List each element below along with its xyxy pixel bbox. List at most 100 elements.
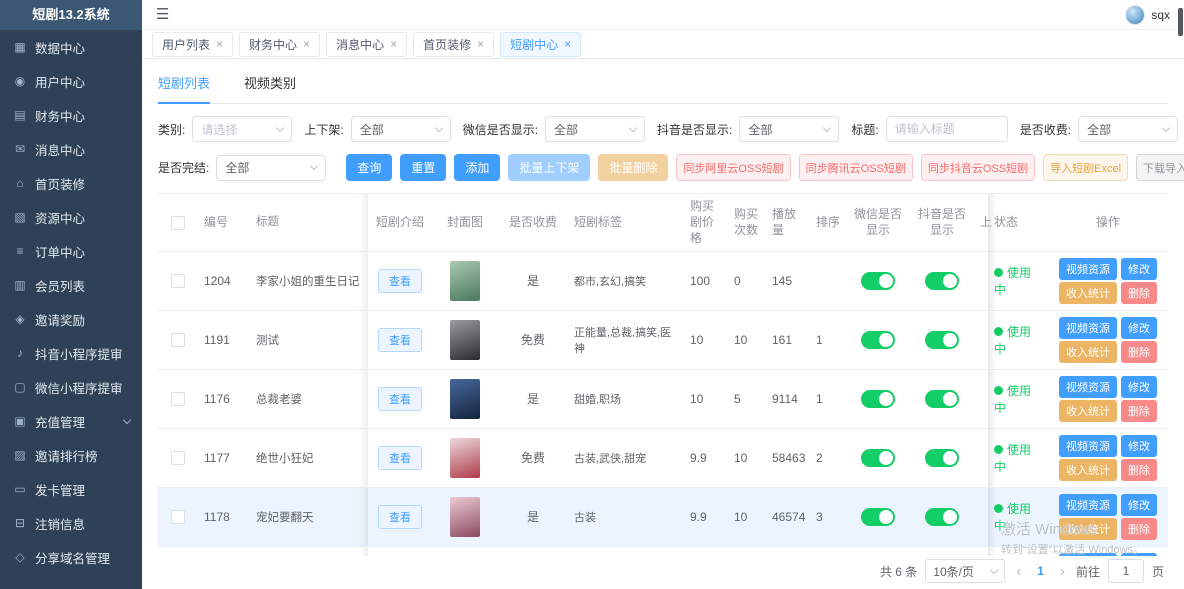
scrollbar-thumb[interactable] — [1178, 8, 1183, 36]
cell-status: 使用中 — [988, 546, 1048, 556]
income-stats-button[interactable]: 收入统计 — [1059, 459, 1117, 481]
wechat-visible-toggle[interactable] — [861, 272, 895, 290]
view-intro-button[interactable]: 查看 — [378, 446, 422, 470]
close-icon[interactable]: × — [564, 38, 571, 50]
delete-button[interactable]: 删除 — [1121, 518, 1157, 540]
open-tab[interactable]: 首页装修× — [413, 32, 494, 57]
sidebar-item-invite-ranking[interactable]: ▨邀请排行榜 — [0, 438, 142, 472]
douyin-visible-toggle[interactable] — [925, 449, 959, 467]
page-size-select[interactable]: 10条/页 — [925, 559, 1005, 583]
sidebar-item-share-domain[interactable]: ◇分享域名管理 — [0, 540, 142, 574]
close-icon[interactable]: × — [390, 38, 397, 50]
user-menu[interactable]: sqx — [1125, 5, 1170, 25]
card-icon: ▭ — [12, 482, 28, 496]
video-resource-button[interactable]: 视频资源 — [1059, 494, 1117, 516]
income-stats-button[interactable]: 收入统计 — [1059, 282, 1117, 304]
title-input[interactable] — [886, 116, 1008, 142]
wechat-visible-toggle[interactable] — [861, 508, 895, 526]
open-tab[interactable]: 短剧中心× — [500, 32, 581, 57]
douyin-visible-toggle[interactable] — [925, 331, 959, 349]
close-icon[interactable]: × — [477, 38, 484, 50]
sidebar-item-finance-center[interactable]: ▤财务中心 — [0, 98, 142, 132]
view-intro-button[interactable]: 查看 — [378, 387, 422, 411]
sidebar-item-home-decoration[interactable]: ⌂首页装修 — [0, 166, 142, 200]
edit-button[interactable]: 修改 — [1121, 376, 1157, 398]
open-tab[interactable]: 用户列表× — [152, 32, 233, 57]
download-template-button[interactable]: 下载导入短剧模板 — [1136, 154, 1184, 181]
fee-select[interactable]: 全部 — [1078, 116, 1178, 142]
import-excel-button[interactable]: 导入短剧Excel — [1043, 154, 1128, 181]
prev-page-button[interactable]: ‹ — [1013, 564, 1024, 579]
sidebar-item-member-list[interactable]: ▥会员列表 — [0, 268, 142, 302]
douyin-visible-toggle[interactable] — [925, 272, 959, 290]
close-icon[interactable]: × — [216, 38, 223, 50]
category-select[interactable]: 请选择 — [192, 116, 292, 142]
income-stats-button[interactable]: 收入统计 — [1059, 518, 1117, 540]
cell-tags: 都市,玄幻,搞笑 — [568, 251, 684, 310]
douyin-visible-toggle[interactable] — [925, 508, 959, 526]
view-intro-button[interactable]: 查看 — [378, 328, 422, 352]
edit-button[interactable]: 修改 — [1121, 494, 1157, 516]
content-tab[interactable]: 短剧列表 — [158, 69, 210, 104]
close-icon[interactable]: × — [303, 38, 310, 50]
douyin-visible-toggle[interactable] — [925, 390, 959, 408]
batch-shelf-button[interactable]: 批量上下架 — [508, 154, 590, 181]
wechat-visible-toggle[interactable] — [861, 331, 895, 349]
delete-button[interactable]: 删除 — [1121, 282, 1157, 304]
sync-douyin-button[interactable]: 同步抖音云OSS短剧 — [921, 154, 1035, 181]
row-checkbox[interactable] — [171, 274, 185, 288]
next-page-button[interactable]: › — [1057, 564, 1068, 579]
sidebar-item-data-center[interactable]: ▦数据中心 — [0, 30, 142, 64]
open-tab[interactable]: 消息中心× — [326, 32, 407, 57]
income-stats-button[interactable]: 收入统计 — [1059, 341, 1117, 363]
sidebar-item-invite-reward[interactable]: ◈邀请奖励 — [0, 302, 142, 336]
video-resource-button[interactable]: 视频资源 — [1059, 317, 1117, 339]
add-button[interactable]: 添加 — [454, 154, 500, 181]
douyin-show-select[interactable]: 全部 — [739, 116, 839, 142]
row-checkbox[interactable] — [171, 392, 185, 406]
sidebar-item-card-management[interactable]: ▭发卡管理 — [0, 472, 142, 506]
edit-button[interactable]: 修改 — [1121, 258, 1157, 280]
video-resource-button[interactable]: 视频资源 — [1059, 376, 1117, 398]
delete-button[interactable]: 删除 — [1121, 400, 1157, 422]
select-all-checkbox[interactable] — [171, 216, 185, 230]
view-intro-button[interactable]: 查看 — [378, 269, 422, 293]
sidebar-item-douyin-review[interactable]: ♪抖音小程序提审 — [0, 336, 142, 370]
sync-aliyun-button[interactable]: 同步阿里云OSS短剧 — [676, 154, 790, 181]
edit-button[interactable]: 修改 — [1121, 435, 1157, 457]
sidebar-item-user-center[interactable]: ◉用户中心 — [0, 64, 142, 98]
current-page[interactable]: 1 — [1032, 564, 1049, 578]
sidebar-item-wechat-review[interactable]: ▢微信小程序提审 — [0, 370, 142, 404]
sidebar-item-order-center[interactable]: ≡订单中心 — [0, 234, 142, 268]
video-resource-button[interactable]: 视频资源 — [1059, 435, 1117, 457]
sidebar-item-recharge-management[interactable]: ▣充值管理 — [0, 404, 142, 438]
sidebar-item-logout-info[interactable]: ⊟注销信息 — [0, 506, 142, 540]
sidebar-item-message-center[interactable]: ✉消息中心 — [0, 132, 142, 166]
income-stats-button[interactable]: 收入统计 — [1059, 400, 1117, 422]
cell-sort — [810, 251, 846, 310]
shelf-select[interactable]: 全部 — [351, 116, 451, 142]
delete-button[interactable]: 删除 — [1121, 341, 1157, 363]
wechat-visible-toggle[interactable] — [861, 390, 895, 408]
row-checkbox[interactable] — [171, 510, 185, 524]
edit-button[interactable]: 修改 — [1121, 317, 1157, 339]
row-checkbox[interactable] — [171, 333, 185, 347]
goto-page-input[interactable] — [1108, 559, 1144, 583]
search-button[interactable]: 查询 — [346, 154, 392, 181]
sidebar-item-resource-center[interactable]: ▧资源中心 — [0, 200, 142, 234]
open-tab[interactable]: 财务中心× — [239, 32, 320, 57]
hamburger-icon[interactable]: ☰ — [156, 7, 169, 22]
wechat-show-select[interactable]: 全部 — [545, 116, 645, 142]
delete-button[interactable]: 删除 — [1121, 459, 1157, 481]
row-checkbox[interactable] — [171, 451, 185, 465]
wechat-visible-toggle[interactable] — [861, 449, 895, 467]
view-intro-button[interactable]: 查看 — [378, 505, 422, 529]
batch-delete-button[interactable]: 批量删除 — [598, 154, 668, 181]
content-tab[interactable]: 视频类别 — [244, 69, 296, 103]
reset-button[interactable]: 重置 — [400, 154, 446, 181]
page-suffix: 页 — [1152, 563, 1164, 580]
sync-tencent-button[interactable]: 同步腾讯云OSS短剧 — [799, 154, 913, 181]
finished-select[interactable]: 全部 — [216, 155, 326, 181]
cell-sort: 2 — [810, 428, 846, 487]
video-resource-button[interactable]: 视频资源 — [1059, 258, 1117, 280]
